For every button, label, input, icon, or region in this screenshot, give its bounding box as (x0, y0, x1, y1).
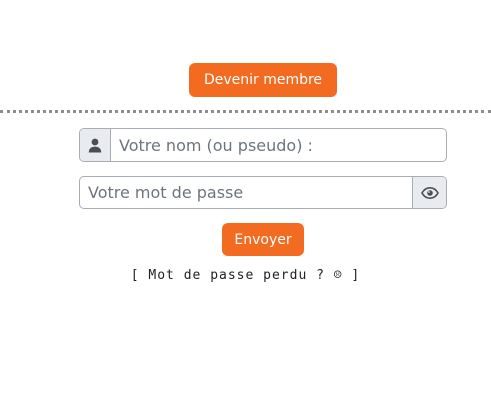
close-bracket: ] (342, 268, 361, 283)
submit-button[interactable]: Envoyer (222, 223, 304, 256)
password-input[interactable] (80, 177, 412, 208)
lost-password-link[interactable]: Mot de passe perdu ? ☹ (148, 268, 342, 283)
become-member-button[interactable]: Devenir membre (189, 63, 337, 97)
username-input[interactable] (111, 129, 446, 161)
open-bracket: [ (130, 268, 149, 283)
user-icon (80, 129, 111, 161)
password-field-group (79, 176, 447, 209)
eye-icon[interactable] (412, 177, 446, 208)
lost-password-line: [ Mot de passe perdu ? ☹ ] (0, 268, 491, 283)
dotted-divider (0, 110, 491, 113)
username-field-group (79, 128, 447, 162)
